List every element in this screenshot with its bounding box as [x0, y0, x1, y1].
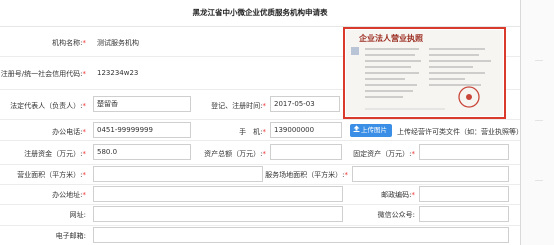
upload-image-button[interactable]: 上传图片 [350, 124, 392, 137]
reg-no-value[interactable]: 123234w23 [97, 69, 138, 77]
office-address-label: 办公地址:* [52, 191, 86, 199]
reg-time-input[interactable]: 2017-05-03 [270, 96, 340, 112]
business-license-photo: 企业法人营业执照 [346, 30, 503, 116]
mobile-label: 手 机:* [239, 128, 266, 136]
form-title: 黑龙江省中小微企业优质服务机构申请表 [0, 0, 520, 27]
reg-no-label: 注册号/统一社会信用代码:* [0, 70, 86, 78]
fixed-assets-label: 固定资产（万元）:* [353, 150, 415, 158]
reg-time-label: 登记、注册时间:* [211, 102, 266, 110]
reg-capital-label: 注册资金（万元）:* [24, 150, 86, 158]
reg-capital-input[interactable]: 580.0 [93, 144, 191, 160]
org-name-value[interactable]: 测试服务机构 [97, 38, 139, 48]
email-label: 电子邮箱: [55, 232, 86, 240]
postal-code-label: 邮政编码:* [381, 191, 415, 199]
office-phone-label: 办公电话:* [52, 128, 86, 136]
service-area-label: 服务场地面积（平方米）:* [265, 171, 348, 179]
upload-icon [352, 124, 361, 137]
mobile-input[interactable]: 139000000 [270, 122, 342, 138]
business-license-image[interactable]: 企业法人营业执照 [343, 27, 506, 119]
wechat-input[interactable] [419, 206, 509, 222]
legal-rep-input[interactable]: 楚留香 [93, 96, 191, 112]
office-phone-input[interactable]: 0451-99999999 [93, 122, 191, 138]
license-heading: 企业法人营业执照 [358, 33, 423, 43]
upload-hint: 上传经营许可类文件（如：营业执照等）* [397, 128, 527, 136]
legal-rep-label: 法定代表人（负责人）:* [10, 102, 86, 110]
wechat-label: 微信公众号: [377, 211, 415, 219]
business-area-input[interactable] [93, 166, 263, 182]
postal-code-input[interactable] [419, 186, 509, 202]
divider [535, 60, 543, 61]
side-scroll-area[interactable] [521, 0, 554, 245]
divider [535, 120, 543, 121]
website-label: 网址: [69, 211, 86, 219]
service-area-input[interactable] [352, 166, 509, 182]
application-form: 黑龙江省中小微企业优质服务机构申请表 机构名称:* 测试服务机构 注册号/统一社… [0, 0, 527, 245]
website-input[interactable] [93, 206, 343, 222]
office-address-input[interactable] [93, 186, 343, 202]
fixed-assets-input[interactable] [419, 144, 509, 160]
org-name-label: 机构名称:* [52, 39, 86, 47]
total-assets-label: 资产总额（万元）:* [204, 150, 266, 158]
total-assets-input[interactable] [270, 144, 342, 160]
divider [535, 180, 543, 181]
email-input[interactable] [93, 227, 509, 243]
business-area-label: 营业面积（平方米）:* [17, 171, 86, 179]
